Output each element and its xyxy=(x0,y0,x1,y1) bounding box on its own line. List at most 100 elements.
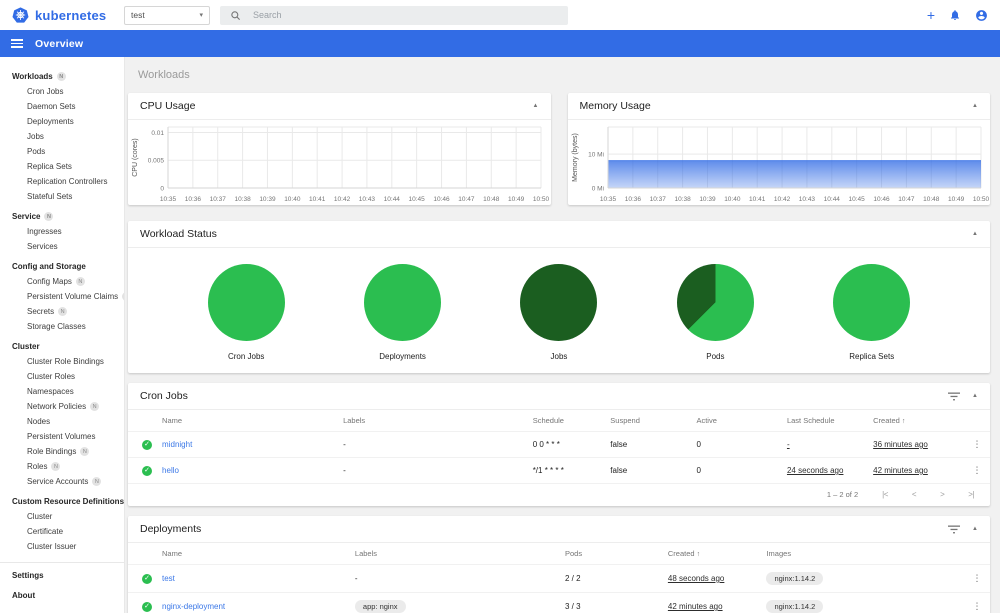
sidebar-item-storage-classes[interactable]: Storage Classes xyxy=(0,319,124,334)
column-header-name[interactable]: Name xyxy=(158,543,351,565)
row-menu-icon[interactable]: ⋮ xyxy=(973,573,982,583)
column-header-images[interactable]: Images xyxy=(762,543,964,565)
sidebar-item-jobs[interactable]: Jobs xyxy=(0,129,124,144)
cell-schedule: */1 * * * * xyxy=(528,457,607,484)
svg-text:10 Mi: 10 Mi xyxy=(588,151,604,158)
collapse-icon[interactable]: ▲ xyxy=(972,393,978,399)
row-menu-icon[interactable]: ⋮ xyxy=(973,601,982,611)
column-header-schedule[interactable]: Schedule xyxy=(528,410,607,432)
svg-text:10:38: 10:38 xyxy=(234,196,251,203)
cell-last-schedule[interactable]: - xyxy=(787,440,790,449)
column-header-pods[interactable]: Pods xyxy=(560,543,664,565)
sidebar-item-cluster[interactable]: Cluster xyxy=(0,509,124,524)
cronjob-name-link[interactable]: midnight xyxy=(162,440,192,449)
status-ok-icon: ✓ xyxy=(142,440,152,450)
sidebar-item-pods[interactable]: Pods xyxy=(0,144,124,159)
last-page-button[interactable]: >| xyxy=(968,490,974,499)
cell-created[interactable]: 48 seconds ago xyxy=(668,574,725,583)
sidebar-section-service[interactable]: Service N xyxy=(0,209,124,224)
table-row[interactable]: ✓ midnight - 0 0 * * * false 0 - 36 minu… xyxy=(128,431,990,458)
column-header-last-schedule[interactable]: Last Schedule xyxy=(782,410,870,432)
sidebar-item-certificate[interactable]: Certificate xyxy=(0,524,124,539)
sidebar-item-service-accounts[interactable]: Service Accounts N xyxy=(0,474,124,489)
sidebar-item-roles[interactable]: Roles N xyxy=(0,459,124,474)
table-row[interactable]: ✓ hello - */1 * * * * false 0 24 seconds… xyxy=(128,457,990,484)
column-header-created[interactable]: Created ↑ xyxy=(663,543,763,565)
namespaced-badge: N xyxy=(90,402,100,411)
cronjob-name-link[interactable]: hello xyxy=(162,466,179,475)
deployment-name-link[interactable]: test xyxy=(162,574,175,583)
collapse-icon[interactable]: ▲ xyxy=(972,103,978,109)
svg-text:10:39: 10:39 xyxy=(259,196,276,203)
sidebar-item-namespaces[interactable]: Namespaces xyxy=(0,384,124,399)
next-page-button[interactable]: > xyxy=(940,490,945,499)
cell-created[interactable]: 42 minutes ago xyxy=(873,466,928,475)
notifications-bell-icon[interactable] xyxy=(949,9,961,21)
pie-chart xyxy=(676,264,754,341)
user-account-icon[interactable] xyxy=(975,9,988,22)
column-header-labels[interactable]: Labels xyxy=(339,410,529,432)
sidebar-item-about[interactable]: About xyxy=(0,588,124,603)
search-input[interactable] xyxy=(253,10,558,20)
svg-text:0.005: 0.005 xyxy=(148,158,165,165)
sidebar-item-settings[interactable]: Settings xyxy=(0,568,124,583)
svg-text:10:49: 10:49 xyxy=(947,196,964,203)
status-ok-icon: ✓ xyxy=(142,602,152,612)
namespace-selector[interactable]: test ▾ xyxy=(124,5,210,25)
sidebar-item-ingresses[interactable]: Ingresses xyxy=(0,224,124,239)
sidebar-item-cluster-roles[interactable]: Cluster Roles xyxy=(0,369,124,384)
cell-last-schedule[interactable]: 24 seconds ago xyxy=(787,466,844,475)
sidebar-item-services[interactable]: Services xyxy=(0,239,124,254)
collapse-icon[interactable]: ▲ xyxy=(533,103,539,109)
menu-hamburger-icon[interactable] xyxy=(11,38,23,49)
svg-text:10:50: 10:50 xyxy=(972,196,989,203)
sidebar-item-replica-sets[interactable]: Replica Sets xyxy=(0,159,124,174)
sidebar-item-network-policies[interactable]: Network Policies N xyxy=(0,399,124,414)
brand[interactable]: kubernetes xyxy=(12,7,124,23)
sidebar-item-persistent-volume-claims[interactable]: Persistent Volume ClaimsN xyxy=(0,289,124,304)
sidebar-item-cluster-role-bindings[interactable]: Cluster Role Bindings xyxy=(0,354,124,369)
caret-down-icon: ▾ xyxy=(199,12,203,19)
filter-icon[interactable] xyxy=(948,392,961,401)
cell-created[interactable]: 36 minutes ago xyxy=(873,440,928,449)
row-menu-icon[interactable]: ⋮ xyxy=(972,465,981,475)
search-bar[interactable] xyxy=(220,5,568,25)
previous-page-button[interactable]: < xyxy=(912,490,917,499)
sidebar-section-custom-resource-definitions[interactable]: Custom Resource Definitions xyxy=(0,494,124,509)
sidebar-item-daemon-sets[interactable]: Daemon Sets xyxy=(0,99,124,114)
pie-label: Replica Sets xyxy=(849,352,895,361)
namespaced-badge: N xyxy=(44,212,54,221)
sidebar-item-deployments[interactable]: Deployments xyxy=(0,114,124,129)
cell-created[interactable]: 42 minutes ago xyxy=(668,602,723,611)
sidebar-item-config-maps[interactable]: Config Maps N xyxy=(0,274,124,289)
workload-status-card: Workload Status ▲ Cron Jobs Deployments Jo… xyxy=(128,221,990,373)
sidebar-section-cluster[interactable]: Cluster xyxy=(0,339,124,354)
sidebar-item-role-bindings[interactable]: Role Bindings N xyxy=(0,444,124,459)
column-header-name[interactable]: Name xyxy=(158,410,340,432)
column-header-active[interactable]: Active xyxy=(692,410,783,432)
column-header-labels[interactable]: Labels xyxy=(350,543,561,565)
create-resource-button[interactable]: + xyxy=(927,8,935,22)
filter-icon[interactable] xyxy=(948,525,961,534)
sidebar-section-config-and-storage[interactable]: Config and Storage xyxy=(0,259,124,274)
deployment-name-link[interactable]: nginx-deployment xyxy=(162,602,225,611)
sidebar-item-cron-jobs[interactable]: Cron Jobs xyxy=(0,84,124,99)
table-row[interactable]: ✓ nginx-deployment app: nginx 3 / 3 42 m… xyxy=(128,592,990,613)
sidebar-item-nodes[interactable]: Nodes xyxy=(0,414,124,429)
column-header-created[interactable]: Created ↑ xyxy=(869,410,964,432)
sidebar-item-stateful-sets[interactable]: Stateful Sets xyxy=(0,189,124,204)
card-header: Deployments ▲ xyxy=(128,516,990,543)
table-row[interactable]: ✓ test - 2 / 2 48 seconds ago nginx:1.14… xyxy=(128,564,990,593)
column-header-suspend[interactable]: Suspend xyxy=(606,410,693,432)
sidebar-section-workloads[interactable]: Workloads N xyxy=(0,69,124,84)
collapse-icon[interactable]: ▲ xyxy=(972,526,978,532)
cell-labels: - xyxy=(339,457,529,484)
sidebar-item-cluster-issuer[interactable]: Cluster Issuer xyxy=(0,539,124,554)
sidebar-item-persistent-volumes[interactable]: Persistent Volumes xyxy=(0,429,124,444)
cpu-usage-chart: 0 0.005 0.01 10:35 10:36 10:37 10:38 10:39 10:40… xyxy=(128,120,551,205)
collapse-icon[interactable]: ▲ xyxy=(972,231,978,237)
first-page-button[interactable]: |< xyxy=(882,490,888,499)
sidebar-item-replication-controllers[interactable]: Replication Controllers xyxy=(0,174,124,189)
sidebar-item-secrets[interactable]: Secrets N xyxy=(0,304,124,319)
row-menu-icon[interactable]: ⋮ xyxy=(972,439,981,449)
